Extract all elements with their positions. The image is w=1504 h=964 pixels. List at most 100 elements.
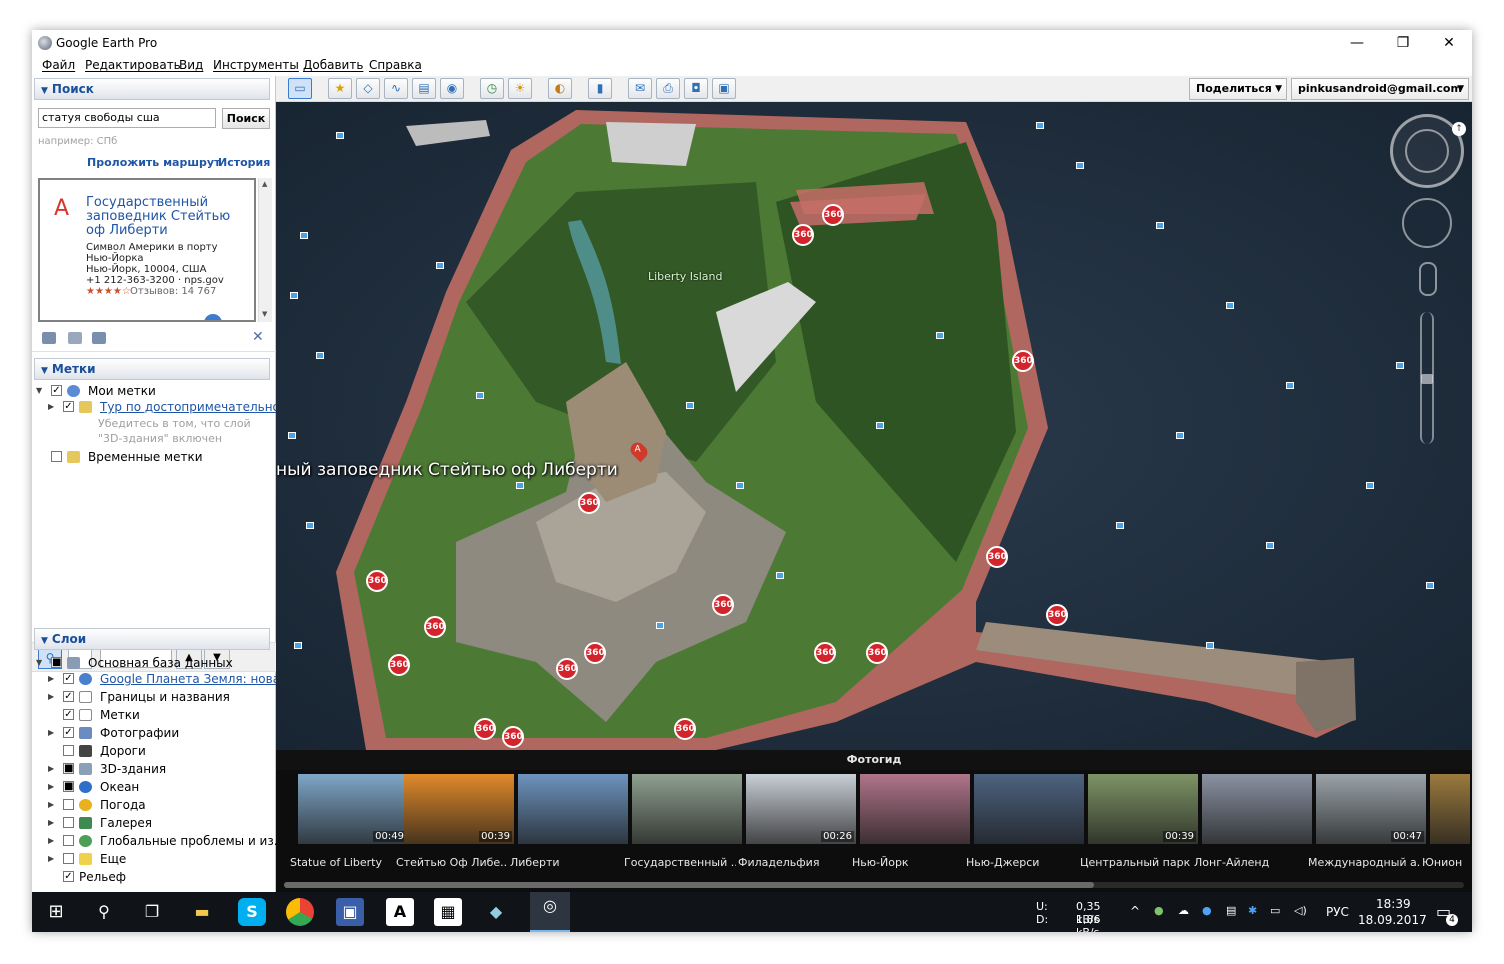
north-icon[interactable]: ↑ xyxy=(1452,122,1466,136)
skype-icon[interactable]: S xyxy=(238,898,266,926)
record-tour-button[interactable]: ◉ xyxy=(440,78,464,99)
image-overlay-button[interactable]: ▤ xyxy=(412,78,436,99)
earth-3d-view[interactable]: Liberty Island ный заповедник Стейтью оф… xyxy=(276,102,1472,750)
windows-start-icon[interactable]: ⊞ xyxy=(42,898,70,926)
checkbox[interactable]: ✓ xyxy=(63,691,74,702)
photo-marker[interactable] xyxy=(1226,302,1234,309)
layers-panel-header[interactable]: ▼ Слои xyxy=(34,628,270,650)
expand-icon[interactable]: ▶ xyxy=(48,724,54,742)
layer-item[interactable]: ▶ ✓ Google Планета Земля: новая версия xyxy=(32,670,276,688)
photo-marker[interactable] xyxy=(1036,122,1044,129)
expand-icon[interactable]: ▶ xyxy=(48,796,54,814)
chevron-up-icon[interactable]: ^ xyxy=(1130,904,1140,918)
photo-marker[interactable] xyxy=(1206,642,1214,649)
street-view-360-badge[interactable]: 360 xyxy=(388,654,410,676)
search-panel-header[interactable]: ▼ Поиск xyxy=(34,78,270,100)
tour-caption[interactable]: Либерти xyxy=(510,856,622,869)
app-icon[interactable]: ◆ xyxy=(482,898,510,926)
layer-item[interactable]: ▶ ■ 3D-здания xyxy=(32,760,276,778)
cloud-icon[interactable]: ☁ xyxy=(1178,904,1189,917)
search-input[interactable]: статуя свободы сша xyxy=(38,108,216,128)
add-to-places-icon[interactable] xyxy=(42,332,56,344)
tour-caption[interactable]: Лонг-Айленд xyxy=(1194,856,1306,869)
tour-caption[interactable]: Нью-Джерси xyxy=(966,856,1078,869)
language-indicator[interactable]: РУС xyxy=(1326,905,1349,919)
photo-marker[interactable] xyxy=(300,232,308,239)
street-view-360-badge[interactable]: 360 xyxy=(584,642,606,664)
tour-scroll-thumb[interactable] xyxy=(284,882,1094,888)
layer-item[interactable]: ▶ ✓ Фотографии xyxy=(32,724,276,742)
street-view-360-badge[interactable]: 360 xyxy=(712,594,734,616)
street-view-360-badge[interactable]: 360 xyxy=(578,492,600,514)
google-earth-taskbar-icon[interactable]: ◎ xyxy=(530,892,570,932)
photo-marker[interactable] xyxy=(776,572,784,579)
tour-caption[interactable]: Нью-Йорк xyxy=(852,856,964,869)
close-button[interactable]: ✕ xyxy=(1426,30,1472,56)
checkbox[interactable]: ✓ xyxy=(63,709,74,720)
zoom-handle[interactable] xyxy=(1421,374,1433,384)
tour-scrollbar[interactable] xyxy=(284,882,1464,888)
restore-button[interactable]: ❐ xyxy=(1380,30,1426,56)
menu-edit[interactable]: Редактировать xyxy=(85,58,181,72)
scroll-up-icon[interactable]: ▲ xyxy=(262,180,267,188)
search-icon[interactable]: ⚲ xyxy=(90,898,118,926)
checkbox[interactable]: ■ xyxy=(51,657,62,668)
tree-link[interactable]: Тур по достопримечательностям xyxy=(100,398,276,416)
photo-marker[interactable] xyxy=(436,262,444,269)
save-image-button[interactable]: ▣ xyxy=(712,78,736,99)
checkbox[interactable]: ■ xyxy=(63,781,74,792)
clipboard-icon[interactable]: ▤ xyxy=(1226,904,1236,917)
photo-marker[interactable] xyxy=(936,332,944,339)
account-dropdown[interactable]: pinkusandroid@gmail.com ▼ xyxy=(1291,78,1469,100)
expand-icon[interactable]: ▶ xyxy=(48,760,54,778)
street-view-360-badge[interactable]: 360 xyxy=(814,642,836,664)
tour-thumbnail[interactable] xyxy=(974,774,1084,844)
polygon-button[interactable]: ◇ xyxy=(356,78,380,99)
search-button[interactable]: Поиск xyxy=(222,108,270,129)
layer-item[interactable]: ▶ Глобальные проблемы и из... xyxy=(32,832,276,850)
street-view-360-badge[interactable]: 360 xyxy=(866,642,888,664)
street-view-360-badge[interactable]: 360 xyxy=(1046,604,1068,626)
font-app-icon[interactable]: A xyxy=(386,898,414,926)
scroll-down-icon[interactable]: ▼ xyxy=(262,310,267,318)
photo-marker[interactable] xyxy=(1396,362,1404,369)
photo-marker[interactable] xyxy=(516,482,524,489)
tour-caption[interactable]: Юнион xyxy=(1422,856,1470,869)
street-view-360-badge[interactable]: 360 xyxy=(556,658,578,680)
photo-marker[interactable] xyxy=(1176,432,1184,439)
tray-app-icon[interactable]: ● xyxy=(1154,904,1164,917)
photo-marker[interactable] xyxy=(1286,382,1294,389)
task-view-icon[interactable]: ❐ xyxy=(138,898,166,926)
places-panel-header[interactable]: ▼ Метки xyxy=(34,358,270,380)
tour-caption[interactable]: Statue of Liberty xyxy=(290,856,402,869)
tray-app-icon[interactable]: ● xyxy=(1202,904,1212,917)
photo-marker[interactable] xyxy=(306,522,314,529)
path-button[interactable]: ∿ xyxy=(384,78,408,99)
checkbox[interactable]: ✓ xyxy=(63,871,74,882)
look-ring[interactable] xyxy=(1405,129,1449,173)
street-view-360-badge[interactable]: 360 xyxy=(674,718,696,740)
expand-icon[interactable]: ▶ xyxy=(48,670,54,688)
expand-icon[interactable]: ▶ xyxy=(48,688,54,706)
view-in-maps-button[interactable]: ◘ xyxy=(684,78,708,99)
layer-item[interactable]: ✓ Рельеф xyxy=(32,868,276,886)
expand-icon[interactable]: ▶ xyxy=(48,850,54,868)
photo-marker[interactable] xyxy=(316,352,324,359)
tour-thumbnail[interactable] xyxy=(1430,774,1470,844)
street-view-360-badge[interactable]: 360 xyxy=(502,726,524,748)
photo-marker[interactable] xyxy=(1116,522,1124,529)
layer-item[interactable]: ▶ Погода xyxy=(32,796,276,814)
street-view-360-badge[interactable]: 360 xyxy=(822,204,844,226)
result-scrollbar[interactable]: ▲ ▼ xyxy=(258,178,272,322)
expand-icon[interactable]: ▶ xyxy=(48,398,54,416)
photo-marker[interactable] xyxy=(294,642,302,649)
photo-marker[interactable] xyxy=(1076,162,1084,169)
street-view-360-badge[interactable]: 360 xyxy=(424,616,446,638)
placemark-button[interactable]: ★ xyxy=(328,78,352,99)
tour-thumbnail[interactable] xyxy=(632,774,742,844)
tour-thumbnail[interactable]: 00:26 xyxy=(746,774,856,844)
chrome-icon[interactable] xyxy=(286,898,314,926)
ruler-button[interactable]: ▮ xyxy=(588,78,612,99)
save-app-icon[interactable]: ▣ xyxy=(336,898,364,926)
tour-caption[interactable]: Филадельфия xyxy=(738,856,850,869)
